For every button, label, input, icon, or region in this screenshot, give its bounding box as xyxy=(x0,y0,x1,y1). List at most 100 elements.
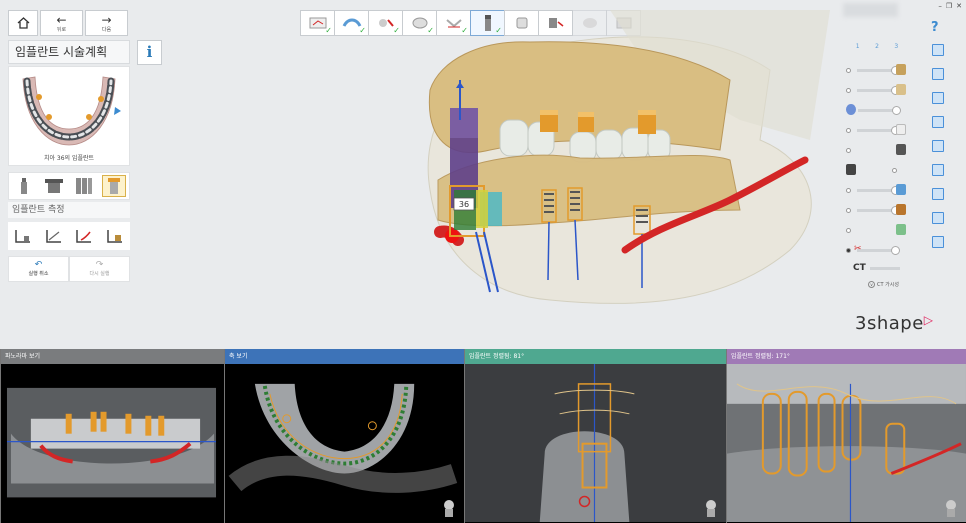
view-top-icon[interactable] xyxy=(932,140,944,152)
help-icon[interactable]: ? xyxy=(931,20,939,35)
workflow-step-3[interactable]: ✓ xyxy=(368,10,403,36)
layer-tab-2[interactable]: 2 xyxy=(875,43,879,50)
multi-implant-icon xyxy=(76,178,92,194)
slider-sleeve[interactable] xyxy=(846,200,908,220)
pane-title: 파노라마 보기 xyxy=(5,353,41,360)
slider-upper-wax[interactable] xyxy=(846,80,908,100)
slider-sphere[interactable] xyxy=(846,100,908,120)
view-front-icon[interactable] xyxy=(932,44,944,56)
implant-layer-icon xyxy=(896,184,906,195)
implant-cross-section-81[interactable]: 임플란트 정렬됨: 81° xyxy=(464,349,726,523)
bone-measure-tool[interactable] xyxy=(103,225,127,247)
upper-model-icon xyxy=(896,64,906,75)
abutment-layer-icon xyxy=(896,144,906,155)
layer-tabs: 1 2 3 xyxy=(848,43,906,50)
workflow-step-2[interactable]: ✓ xyxy=(334,10,369,36)
cross-section-image-171 xyxy=(727,364,966,523)
pane-title: 축 보기 xyxy=(229,353,248,360)
back-button[interactable]: ← 뒤로 xyxy=(40,10,83,36)
restore-icon[interactable]: ❐ xyxy=(946,2,952,10)
chevron-down-icon: v xyxy=(868,281,875,288)
implant-badge-text: 36 xyxy=(459,200,469,209)
3d-view[interactable]: 36 xyxy=(410,10,850,310)
pane-header: 파노라마 보기 xyxy=(1,349,224,364)
undo-icon: ↶ xyxy=(34,260,43,270)
ct-slider[interactable] xyxy=(870,267,900,270)
ct-toggle[interactable]: CT xyxy=(853,263,866,273)
angle-icon xyxy=(46,230,61,243)
redo-button[interactable]: ↷ 다시 실행 xyxy=(69,256,130,282)
nerve-measure-tool[interactable] xyxy=(72,225,96,247)
implant-screw-tool[interactable] xyxy=(12,175,36,197)
undo-button[interactable]: ↶ 실행 취소 xyxy=(8,256,69,282)
distance-measure-tool[interactable] xyxy=(11,225,35,247)
next-label: 다음 xyxy=(101,26,112,33)
pane-title: 임플란트 정렬됨: 171° xyxy=(731,353,790,360)
slider-abutment[interactable] xyxy=(846,140,908,160)
settings-icon[interactable] xyxy=(932,236,944,248)
screenshot-icon[interactable] xyxy=(932,188,944,200)
cross-section-image-81 xyxy=(465,364,726,523)
angle-measure-tool[interactable] xyxy=(42,225,66,247)
nerve-distance-icon xyxy=(76,230,92,243)
pane-header: 임플란트 정렬됨: 81° xyxy=(465,349,726,364)
ct-label: CT xyxy=(853,263,866,273)
wax-icon xyxy=(896,84,906,95)
camera-icon[interactable] xyxy=(932,212,944,224)
orientation-head-icon xyxy=(946,500,956,517)
layer-tab-3[interactable]: 3 xyxy=(894,43,898,50)
layer-tab-1[interactable]: 1 xyxy=(856,43,860,50)
home-button[interactable] xyxy=(8,10,38,36)
slider-upper-model[interactable] xyxy=(846,60,908,80)
brand-triangle-icon: ▷ xyxy=(923,313,934,327)
next-button[interactable]: → 다음 xyxy=(85,10,128,36)
slider-nerve[interactable]: ✂ xyxy=(846,240,908,260)
view-bottom-icon[interactable] xyxy=(932,164,944,176)
visibility-sliders: ✂ xyxy=(846,60,908,260)
panorama-pane[interactable]: 파노라마 보기 xyxy=(0,349,224,523)
ct-visibility-label: CT 가시성 xyxy=(877,282,899,288)
multi-implant-tool[interactable] xyxy=(72,175,96,197)
pane-header: 임플란트 정렬됨: 171° xyxy=(727,349,966,364)
brand-logo: 3shape▷ xyxy=(855,313,934,334)
view-back-icon[interactable] xyxy=(932,68,944,80)
view-left-icon[interactable] xyxy=(932,92,944,104)
info-button[interactable]: i xyxy=(137,40,162,65)
panorama-image xyxy=(6,387,217,498)
bone-distance-icon xyxy=(107,230,122,243)
axial-pane[interactable]: 축 보기 xyxy=(224,349,464,523)
slider-bone[interactable] xyxy=(846,220,908,240)
implant-tools xyxy=(8,172,130,200)
sleeve-tool[interactable] xyxy=(102,175,126,197)
check-icon: ✓ xyxy=(359,26,366,35)
arrow-left-icon: ← xyxy=(56,12,67,27)
check-icon: ✓ xyxy=(393,26,400,35)
minimize-icon[interactable]: – xyxy=(938,2,942,10)
slider-implant[interactable] xyxy=(846,180,908,200)
nav-bar: ← 뒤로 → 다음 xyxy=(8,10,128,36)
ct-visibility-toggle[interactable]: v CT 가시성 xyxy=(868,281,899,288)
window-controls: – ❐ ✕ xyxy=(938,2,962,10)
axial-image xyxy=(228,383,458,493)
slider-guide[interactable] xyxy=(846,160,908,180)
home-icon xyxy=(17,17,29,29)
info-icon: i xyxy=(146,43,153,61)
back-label: 뒤로 xyxy=(56,26,67,33)
sleeve-icon xyxy=(108,178,120,194)
bone-icon xyxy=(896,224,906,235)
slider-teeth[interactable] xyxy=(846,120,908,140)
close-icon[interactable]: ✕ xyxy=(956,2,962,10)
view-right-icon[interactable] xyxy=(932,116,944,128)
redo-icon: ↷ xyxy=(95,260,104,270)
jaw-thumbnail[interactable] xyxy=(8,66,130,166)
screw-icon xyxy=(21,178,27,194)
workflow-step-1[interactable]: ✓ xyxy=(300,10,335,36)
abutment-icon xyxy=(45,179,63,193)
implant-cross-section-171[interactable]: 임플란트 정렬됨: 171° xyxy=(726,349,966,523)
right-toolbar xyxy=(932,44,946,260)
abutment-tool[interactable] xyxy=(42,175,66,197)
orientation-head-icon xyxy=(444,500,454,517)
lower-jaw-image xyxy=(22,76,121,146)
distance-icon xyxy=(15,230,31,243)
pane-header: 축 보기 xyxy=(225,349,464,364)
